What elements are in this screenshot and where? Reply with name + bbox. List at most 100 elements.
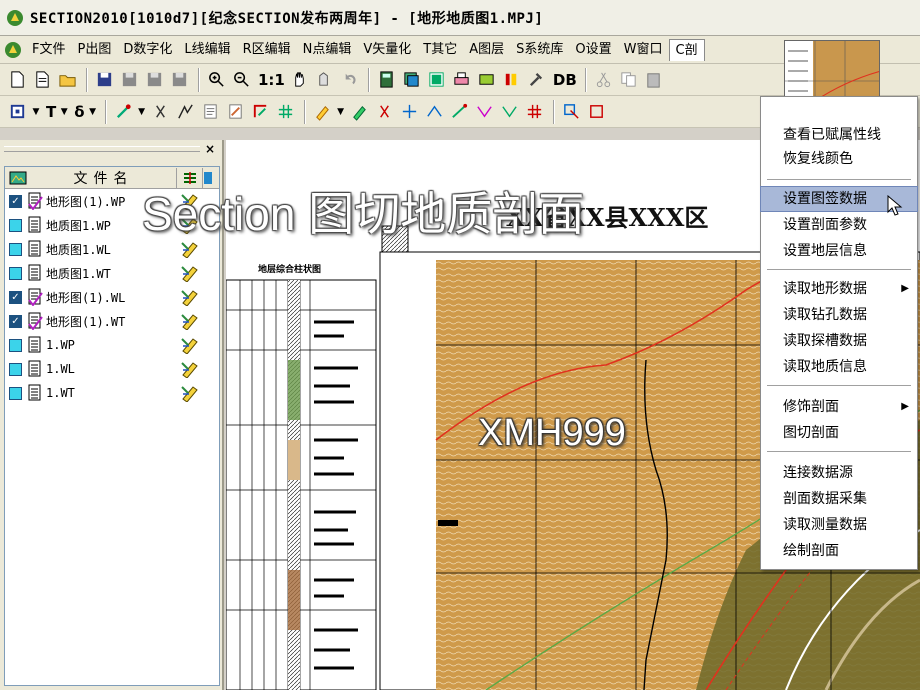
menu-item-read-trench-data[interactable]: 读取探槽数据 [761,329,917,353]
menu-item-read-borehole-data[interactable]: 读取钻孔数据 [761,303,917,327]
menu-item-read-geologic-info[interactable]: 读取地质信息 [761,355,917,379]
cut-icon[interactable] [592,68,615,91]
menu-section[interactable]: C剖 [668,38,705,61]
menu-item-set-stratum-info[interactable]: 设置地层信息 [761,239,917,263]
pencil-icon[interactable] [311,100,334,123]
add-point-icon[interactable] [112,100,135,123]
menu-item-read-terrain-data[interactable]: 读取地形数据 ▶ [761,277,917,301]
zoom-ratio-button[interactable]: 1:1 [255,71,288,89]
line-edit-icon[interactable] [249,100,272,123]
save-layer-area-icon[interactable] [168,68,191,91]
dropdown-arrow-icon[interactable]: ▼ [88,100,98,123]
grid-edit-icon[interactable] [523,100,546,123]
menu-point-edit[interactable]: N点编辑 [297,39,358,61]
edit-state-icon[interactable] [180,336,200,354]
menu-digitize[interactable]: D数字化 [117,39,178,61]
text-tool-button[interactable]: T [43,103,59,121]
menu-region-edit[interactable]: R区编辑 [237,39,297,61]
file-visibility-checkbox[interactable]: ✓ [9,290,22,304]
menu-layer[interactable]: A图层 [463,39,510,61]
point-type-icon[interactable] [6,100,29,123]
map-view-icon[interactable] [9,170,27,186]
paste-icon[interactable] [642,68,665,91]
dropdown-arrow-icon[interactable]: ▼ [137,100,147,123]
edit-state-icon[interactable] [180,288,200,306]
open-folder-icon[interactable] [56,68,79,91]
reshape-icon[interactable] [473,100,496,123]
file-visibility-checkbox[interactable] [9,266,22,280]
menu-item-view-assigned-lines[interactable]: 查看已赋属性线 [761,123,917,147]
dropdown-arrow-icon[interactable]: ▼ [59,100,69,123]
file-row[interactable]: ✓ 地形图(1).WL [5,285,219,309]
file-visibility-checkbox[interactable]: ✓ [9,194,22,208]
menu-item-draw-section[interactable]: 绘制剖面 [761,539,917,563]
menu-item-restore-line-color[interactable]: 恢复线颜色 [761,147,917,171]
hammer-icon[interactable] [525,68,548,91]
draw-line-icon[interactable] [174,100,197,123]
scissors-icon[interactable] [373,100,396,123]
smooth-icon[interactable] [498,100,521,123]
hatch-icon[interactable] [274,100,297,123]
dropdown-arrow-icon[interactable]: ▼ [31,100,41,123]
file-row[interactable]: 1.WT [5,381,219,405]
file-visibility-checkbox[interactable] [9,242,22,256]
file-row[interactable]: ✓ 地形图(1).WT [5,309,219,333]
region-icon[interactable] [585,100,608,123]
file-visibility-checkbox[interactable] [9,338,22,352]
display-icon[interactable] [475,68,498,91]
move-line-icon[interactable] [448,100,471,123]
symbol-tool-button[interactable]: δ [71,103,87,121]
pen-icon[interactable] [348,100,371,123]
save-layer-point-icon[interactable] [118,68,141,91]
zoom-in-icon[interactable] [205,68,228,91]
join-line-icon[interactable] [423,100,446,123]
menu-item-map-cut-section[interactable]: 图切剖面 [761,421,917,445]
split-line-icon[interactable] [398,100,421,123]
file-row[interactable]: 1.WP [5,333,219,357]
menu-vectorize[interactable]: V矢量化 [357,39,417,61]
menu-other[interactable]: T其它 [417,39,463,61]
save-layer-line-icon[interactable] [143,68,166,91]
menu-item-read-survey-data[interactable]: 读取测量数据 [761,513,917,537]
menu-output[interactable]: P出图 [71,39,117,61]
print-icon[interactable] [450,68,473,91]
edit-state-icon[interactable] [180,312,200,330]
edit-attribute-icon[interactable] [224,100,247,123]
pan-hand-icon[interactable] [288,68,311,91]
file-row[interactable]: 地质图1.WT [5,261,219,285]
menu-file[interactable]: F文件 [26,39,71,61]
panel-close-button[interactable]: × [205,142,215,156]
panel-grip[interactable] [4,146,200,152]
layers-icon[interactable] [400,68,423,91]
database-button[interactable]: DB [550,71,580,89]
edit-state-icon[interactable] [180,360,200,378]
file-visibility-checkbox[interactable] [9,218,22,232]
undo-icon[interactable] [338,68,361,91]
cut-line-icon[interactable] [149,100,172,123]
menu-item-decorate-section[interactable]: 修饰剖面 ▶ [761,395,917,419]
menu-item-section-data-collection[interactable]: 剖面数据采集 [761,487,917,511]
menu-window[interactable]: W窗口 [618,39,669,61]
attribute-icon[interactable] [199,100,222,123]
file-visibility-checkbox[interactable] [9,386,22,400]
clip-icon[interactable] [560,100,583,123]
copy-icon[interactable] [617,68,640,91]
file-visibility-checkbox[interactable]: ✓ [9,314,22,328]
edit-state-icon[interactable] [180,264,200,282]
menu-item-connect-data-source[interactable]: 连接数据源 [761,461,917,485]
window-icon[interactable] [425,68,448,91]
calculator-icon[interactable] [375,68,398,91]
menu-system-library[interactable]: S系统库 [510,39,569,61]
menu-line-edit[interactable]: L线编辑 [178,39,236,61]
refresh-icon[interactable] [313,68,336,91]
save-icon[interactable] [93,68,116,91]
new-file-icon[interactable] [6,68,29,91]
file-visibility-checkbox[interactable] [9,362,22,376]
menu-settings[interactable]: O设置 [569,39,617,61]
edit-state-icon[interactable] [180,384,200,402]
file-row[interactable]: 1.WL [5,357,219,381]
new-doc-icon[interactable] [31,68,54,91]
document-menu-icon[interactable] [4,41,22,59]
tools-icon[interactable] [500,68,523,91]
dropdown-arrow-icon[interactable]: ▼ [336,100,346,123]
